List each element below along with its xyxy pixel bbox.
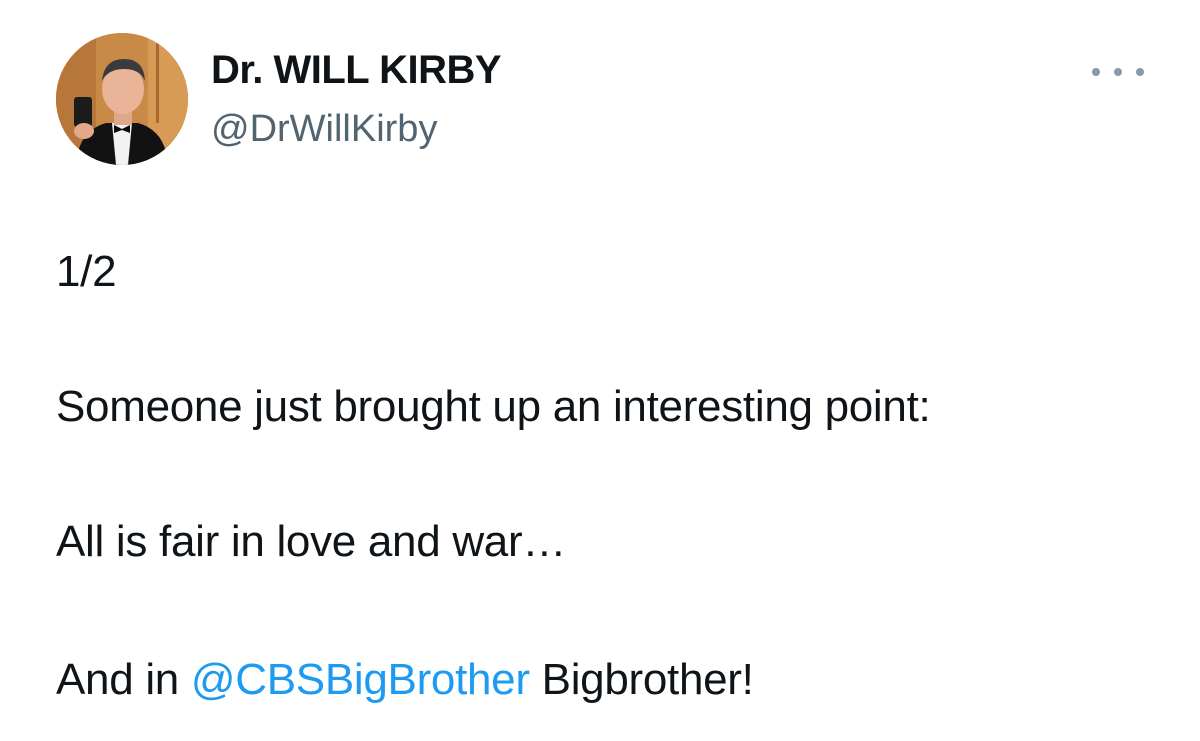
more-options-button[interactable] xyxy=(1092,58,1144,86)
profile-photo-icon xyxy=(56,33,188,165)
tweet-text-line: Someone just brought up an interesting p… xyxy=(56,382,931,431)
author-handle[interactable]: @DrWillKirby xyxy=(211,106,437,152)
author-display-name[interactable]: Dr. WILL KIRBY xyxy=(211,46,502,94)
avatar[interactable] xyxy=(56,33,188,165)
tweet-text-segment: Bigbrother! xyxy=(529,655,754,704)
more-horizontal-icon xyxy=(1114,68,1122,76)
tweet-text-line: All is fair in love and war… xyxy=(56,517,567,566)
more-horizontal-icon xyxy=(1136,68,1144,76)
tweet-text-line: 1/2 xyxy=(56,247,117,296)
more-horizontal-icon xyxy=(1092,68,1100,76)
mention-link[interactable]: @CBSBigBrother xyxy=(191,655,530,704)
tweet-text-line: And in @CBSBigBrother Bigbrother! xyxy=(56,653,754,707)
tweet-card: Dr. WILL KIRBY @DrWillKirby 1/2 Someone … xyxy=(0,0,1200,741)
tweet-text-segment: And in xyxy=(56,655,191,704)
